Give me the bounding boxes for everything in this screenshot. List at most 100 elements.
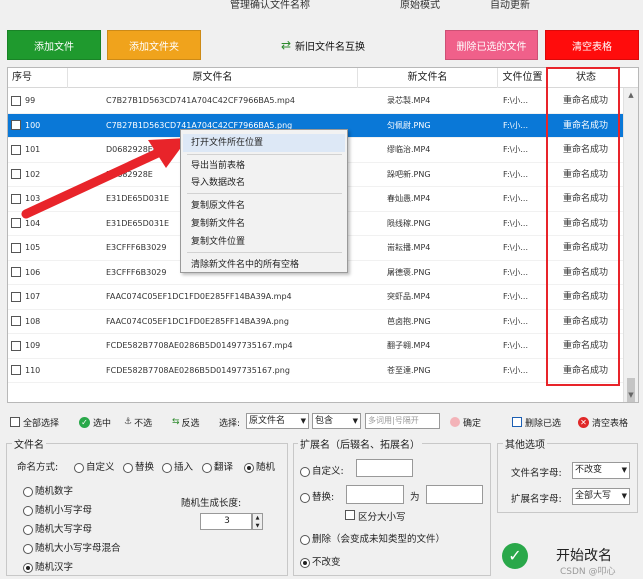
table-row[interactable]: 107 FAAC074C05EF1DC1FD0E285FF14BA39A.mp4… <box>8 285 624 310</box>
ext-case-sensitive[interactable]: 区分大小写 <box>345 509 406 523</box>
naming-mode-label: 命名方式: <box>17 462 59 473</box>
mode-custom[interactable]: 自定义 <box>74 459 115 473</box>
row-new: 耑耘播.MP4 <box>387 243 431 252</box>
table-row[interactable]: 99 C7B27B1D563CD741A704C42CF7966BA5.mp4 … <box>8 89 624 114</box>
watermark: CSDN @叩心 <box>560 567 616 577</box>
chevron-down-icon: ▼ <box>300 417 306 425</box>
select-all-checkbox[interactable]: 全部选择 <box>10 413 59 431</box>
invert-button[interactable]: ⇆ 反选 <box>172 413 200 431</box>
radio <box>23 505 33 516</box>
random-chinese[interactable]: 随机汉字 <box>23 559 73 573</box>
radio <box>74 462 84 473</box>
swap-names-button[interactable]: ⇄ 新旧文件名互换 <box>272 30 374 60</box>
random-upper[interactable]: 随机大写字母 <box>23 521 92 535</box>
mode-insert[interactable]: 插入 <box>162 459 193 473</box>
row-checkbox[interactable] <box>11 340 21 351</box>
header-no[interactable]: 序号 <box>8 68 68 88</box>
ext-case-value: 全部大写 <box>575 491 612 501</box>
menu-copy-orig[interactable]: 复制原文件名 <box>191 198 245 211</box>
deselect-label: 不选 <box>134 418 153 429</box>
match-select[interactable]: 包含 ▼ <box>312 413 361 429</box>
row-orig: FAAC074C05EF1DC1FD0E285FF14BA39A.png <box>106 316 289 326</box>
mode-replace[interactable]: 替换 <box>123 459 154 473</box>
row-orig: FAAC074C05EF1DC1FD0E285FF14BA39A.mp4 <box>106 292 292 301</box>
anchor-icon: ⚓ <box>124 417 133 427</box>
radio <box>23 543 33 554</box>
mode-random[interactable]: 随机 <box>244 459 275 473</box>
delete-icon <box>512 417 522 427</box>
ext-replace[interactable]: 替换: <box>300 489 334 503</box>
clear-table-small-button[interactable]: ✕ 清空表格 <box>578 413 628 431</box>
table-scrollbar[interactable]: ▲ ▼ <box>623 88 638 402</box>
random-digits[interactable]: 随机数字 <box>23 483 73 497</box>
row-no: 106 <box>25 267 41 277</box>
clear-table-button[interactable]: 清空表格 <box>545 30 639 60</box>
table-row[interactable]: 110 FCDE582B7708AE0286B5D01497735167.png… <box>8 359 624 383</box>
row-new: 跺吧新.PNG <box>387 169 431 179</box>
ext-replace-from-input[interactable] <box>346 485 404 504</box>
menu-clear-spaces[interactable]: 清除新文件名中的所有空格 <box>191 257 299 270</box>
scroll-up-icon[interactable]: ▲ <box>624 88 638 102</box>
random-mixed-label: 随机大小写字母混合 <box>35 543 121 554</box>
menu-copy-new[interactable]: 复制新文件名 <box>191 216 245 229</box>
header-new[interactable]: 新文件名 <box>358 68 498 88</box>
confirm-button[interactable]: 确定 <box>450 413 481 431</box>
ext-custom[interactable]: 自定义: <box>300 463 344 477</box>
status-highlight-box <box>546 67 620 386</box>
mode-custom-label: 自定义 <box>86 462 115 473</box>
add-file-button[interactable]: 添加文件 <box>7 30 101 60</box>
select-button[interactable]: ✓ 选中 <box>79 413 111 431</box>
row-pos: F:\小... <box>503 145 528 154</box>
table-row[interactable]: 108 FAAC074C05EF1DC1FD0E285FF14BA39A.png… <box>8 310 624 334</box>
top-strip: 管理确认文件名称 原始模式 自动更新 <box>0 0 643 10</box>
row-checkbox[interactable] <box>11 267 21 277</box>
ext-unchanged[interactable]: 不改变 <box>300 554 341 568</box>
delete-selected-button[interactable]: 删除已选的文件 <box>445 30 538 60</box>
chevron-down-icon: ▼ <box>621 492 627 500</box>
length-spinner[interactable]: ▲ ▼ <box>252 513 263 530</box>
menu-export-table[interactable]: 导出当前表格 <box>191 158 245 171</box>
row-checkbox[interactable] <box>11 365 21 375</box>
start-check-icon[interactable]: ✓ <box>502 543 528 569</box>
menu-import-data[interactable]: 导入数据改名 <box>191 175 245 188</box>
select-label: 选中 <box>93 418 112 429</box>
radio-selected <box>244 462 254 473</box>
table-row[interactable]: 109 FCDE582B7708AE0286B5D01497735167.mp4… <box>8 334 624 359</box>
menu-copy-pos[interactable]: 复制文件位置 <box>191 234 245 247</box>
row-checkbox[interactable] <box>11 242 21 253</box>
ext-custom-input[interactable] <box>356 459 413 477</box>
row-no: 107 <box>25 292 41 301</box>
row-pos: F:\小... <box>503 218 528 228</box>
filename-case-select[interactable]: 不改变 ▼ <box>572 462 630 479</box>
row-no: 110 <box>25 365 41 375</box>
scroll-down-icon[interactable]: ▼ <box>624 388 638 402</box>
start-rename-button[interactable]: 开始改名 <box>556 545 612 565</box>
ext-replace-to-input[interactable] <box>426 485 483 504</box>
row-checkbox[interactable] <box>11 316 21 326</box>
delete-checked-button[interactable]: 删除已选 <box>512 413 561 431</box>
swap-names-label: 新旧文件名互换 <box>295 41 366 53</box>
header-orig[interactable]: 原文件名 <box>68 68 358 88</box>
mode-translate[interactable]: 翻译 <box>202 459 233 473</box>
top-item-c: 自动更新 <box>490 0 530 10</box>
length-input[interactable]: 3 <box>200 513 252 530</box>
row-checkbox[interactable] <box>11 120 21 130</box>
random-mixed[interactable]: 随机大小写字母混合 <box>23 540 121 554</box>
deselect-button[interactable]: ⚓ 不选 <box>124 413 152 431</box>
row-new: 芭卤抱.PNG <box>387 316 431 326</box>
row-no: 105 <box>25 243 41 252</box>
add-folder-button[interactable]: 添加文件夹 <box>107 30 201 60</box>
table-header: 序号 原文件名 新文件名 文件位置 状态 <box>8 68 638 88</box>
row-checkbox[interactable] <box>11 291 21 302</box>
menu-open-location[interactable]: 打开文件所在位置 <box>183 134 345 152</box>
row-checkbox[interactable] <box>11 95 21 106</box>
clear-table-small-label: 清空表格 <box>592 418 629 429</box>
row-new: 春灿愚.MP4 <box>387 194 431 203</box>
ext-delete[interactable]: 删除（会变成未知类型的文件） <box>300 531 445 545</box>
field-select[interactable]: 原文件名 ▼ <box>246 413 309 429</box>
row-new: 翻子翱.MP4 <box>387 341 431 350</box>
ext-case-select[interactable]: 全部大写 ▼ <box>572 488 630 505</box>
random-lower[interactable]: 随机小写字母 <box>23 502 92 516</box>
keyword-input[interactable]: 多词用|号隔开 <box>365 413 440 429</box>
header-pos[interactable]: 文件位置 <box>498 68 548 88</box>
